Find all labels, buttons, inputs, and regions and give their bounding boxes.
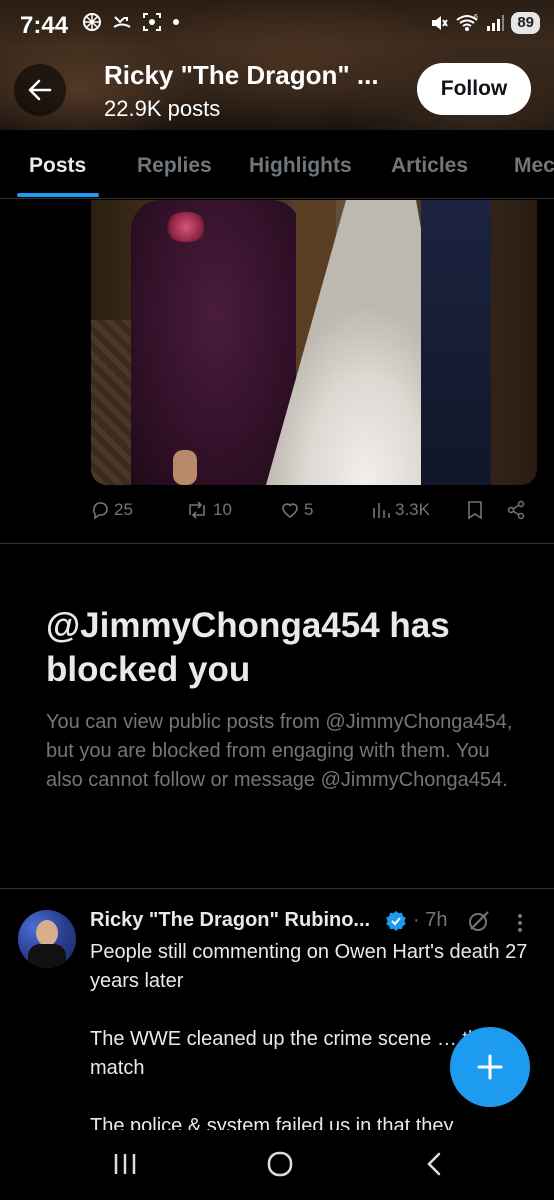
plus-icon bbox=[477, 1054, 503, 1080]
recent-apps-icon[interactable] bbox=[112, 1150, 138, 1178]
reply-count: 25 bbox=[114, 500, 133, 519]
tab-media[interactable]: Mec bbox=[514, 154, 554, 178]
compose-button[interactable] bbox=[450, 1027, 530, 1107]
home-icon[interactable] bbox=[266, 1150, 294, 1178]
profile-name: Ricky "The Dragon" ... bbox=[104, 60, 379, 90]
share-icon bbox=[507, 500, 525, 520]
repost-button[interactable]: 10 bbox=[185, 500, 232, 520]
tab-replies[interactable]: Replies bbox=[137, 154, 212, 178]
verified-badge-icon bbox=[386, 911, 406, 931]
bookmark-icon bbox=[468, 501, 482, 520]
active-tab-indicator bbox=[17, 193, 99, 197]
battery-indicator: 89 bbox=[511, 12, 540, 34]
blocked-title: @JimmyChonga454 has blocked you bbox=[46, 606, 450, 689]
heart-icon bbox=[282, 503, 298, 518]
tab-articles[interactable]: Articles bbox=[391, 154, 468, 178]
system-nav-bar bbox=[0, 1130, 554, 1200]
post-image[interactable] bbox=[91, 200, 537, 485]
dot-icon bbox=[173, 19, 179, 25]
share-button[interactable] bbox=[506, 500, 526, 520]
post-author-name[interactable]: Ricky "The Dragon" Rubino... bbox=[90, 909, 370, 932]
mute-icon bbox=[432, 16, 449, 30]
grok-icon[interactable] bbox=[466, 908, 492, 934]
profile-header: 7:44 6 89 Ricky "The Dragon" ... 22.9K p… bbox=[0, 0, 554, 130]
divider bbox=[0, 888, 554, 889]
reply-button[interactable]: 25 bbox=[90, 500, 133, 520]
back-button[interactable] bbox=[14, 64, 66, 116]
like-button[interactable]: 5 bbox=[280, 500, 313, 520]
arrow-left-icon bbox=[28, 79, 52, 101]
screenshot-icon bbox=[143, 13, 161, 31]
view-count: 3.3K bbox=[395, 500, 430, 519]
like-count: 5 bbox=[304, 500, 314, 519]
post-timestamp: · 7h bbox=[413, 909, 448, 931]
tab-highlights[interactable]: Highlights bbox=[249, 154, 352, 178]
back-nav-icon[interactable] bbox=[424, 1150, 444, 1178]
repost-count: 10 bbox=[213, 500, 232, 519]
views-icon bbox=[373, 503, 390, 518]
status-time: 7:44 bbox=[20, 12, 69, 39]
views-button[interactable]: 3.3K bbox=[371, 500, 430, 520]
divider bbox=[0, 543, 554, 544]
wifi-icon: 6 bbox=[456, 14, 478, 31]
post-count: 22.9K posts bbox=[104, 96, 221, 121]
basketball-icon bbox=[83, 13, 101, 31]
svg-text:6: 6 bbox=[474, 14, 478, 21]
profile-tabs: Posts Replies Highlights Articles Mec bbox=[0, 130, 554, 199]
bookmark-button[interactable] bbox=[466, 500, 484, 520]
avatar[interactable] bbox=[18, 910, 76, 968]
more-options-icon[interactable] bbox=[516, 912, 524, 934]
status-bar: 7:44 6 89 bbox=[0, 0, 554, 50]
signal-icon bbox=[487, 15, 505, 31]
follow-button[interactable]: Follow bbox=[417, 63, 531, 115]
blocked-description: You can view public posts from @JimmyCho… bbox=[46, 711, 513, 791]
post-paragraph: People still commenting on Owen Hart's d… bbox=[90, 941, 528, 992]
post-actions: 25 10 5 3.3K bbox=[0, 498, 554, 528]
tab-posts[interactable]: Posts bbox=[29, 154, 86, 178]
repost-icon bbox=[189, 501, 205, 519]
missed-call-icon bbox=[113, 16, 131, 28]
reply-icon bbox=[93, 502, 108, 520]
